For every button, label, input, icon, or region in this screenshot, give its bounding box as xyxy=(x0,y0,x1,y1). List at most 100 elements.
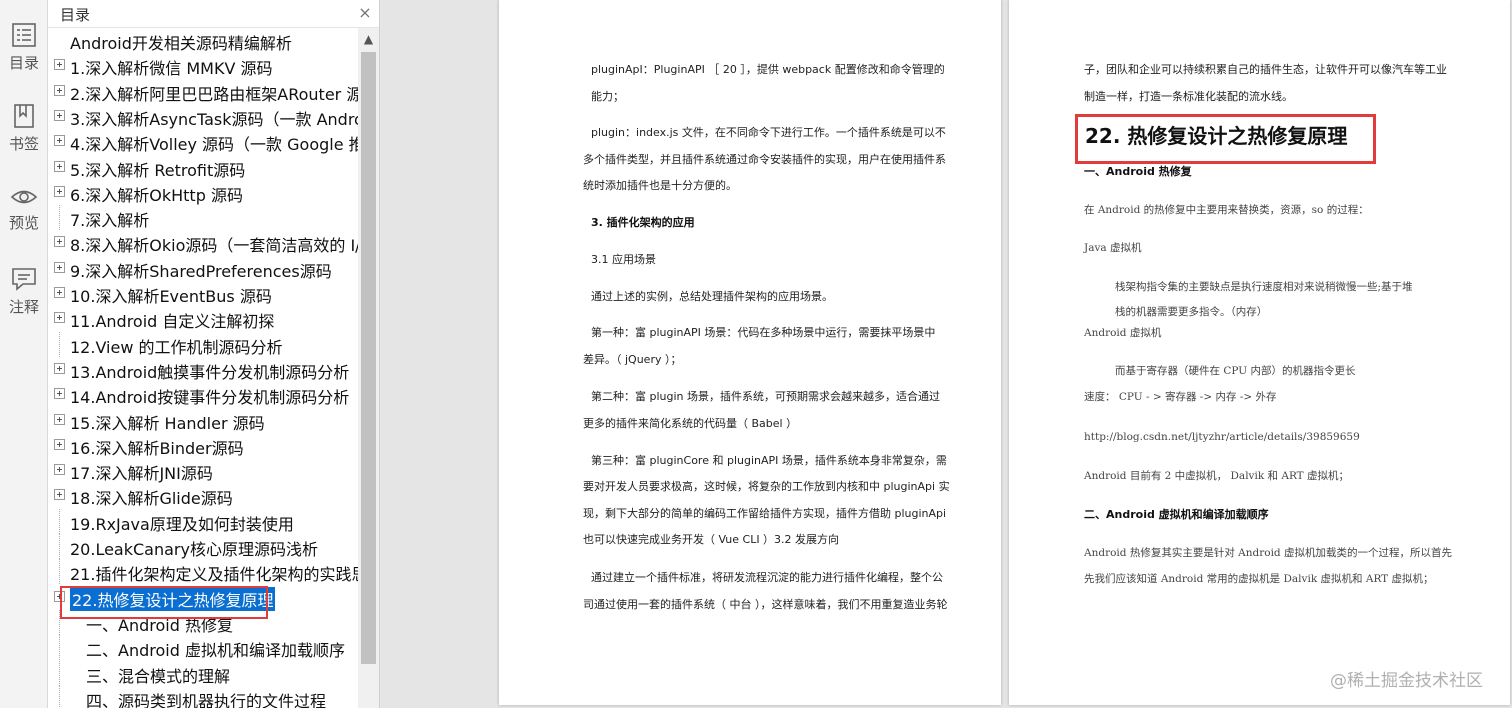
paragraph-line: plugin：index.js 文件，在不同命令下进行工作。一个插件系统是可以不 xyxy=(591,126,946,139)
toc-item[interactable]: 15.深入解析 Handler 源码 xyxy=(48,408,358,433)
tree-line xyxy=(59,534,60,559)
toc-item[interactable]: 9.深入解析SharedPreferences源码 xyxy=(48,256,358,281)
toc-item[interactable]: 四、源码类到机器执行的文件过程 xyxy=(48,685,358,708)
toc-item[interactable]: 11.Android 自定义注解初探 xyxy=(48,306,358,331)
list-icon xyxy=(12,23,36,47)
section-heading: 22. 热修复设计之热修复原理 xyxy=(1085,124,1348,148)
toc-item[interactable]: 10.深入解析EventBus 源码 xyxy=(48,281,358,306)
toc-item[interactable]: 14.Android按键事件分发机制源码分析 xyxy=(48,382,358,407)
toc-item-label: 四、源码类到机器执行的文件过程 xyxy=(86,691,327,708)
paragraph-line: 在 Android 的热修复中主要用来替换类，资源，so 的过程： xyxy=(1084,204,1369,216)
side-rail: 目录 书签 预览 注释 xyxy=(0,0,48,708)
comment-icon xyxy=(12,268,36,291)
toc-item-label: 13.Android触摸事件分发机制源码分析 xyxy=(70,362,350,382)
tree-line xyxy=(59,660,60,686)
toc-item-label: 15.深入解析 Handler 源码 xyxy=(70,413,265,433)
paragraph-line: 而基于寄存器（硬件在 CPU 内部）的机器指令更长 xyxy=(1115,365,1356,377)
toc-item[interactable]: 19.RxJava原理及如何封装使用 xyxy=(48,508,358,534)
close-icon[interactable]: × xyxy=(356,3,374,22)
toc-item[interactable]: 4.深入解析Volley 源码（一款 Google 推出 xyxy=(48,129,358,154)
rail-comment-label: 注释 xyxy=(8,298,39,316)
subheading: 二、Android 虚拟机和编译加载顺序 xyxy=(1084,508,1269,521)
expand-icon[interactable] xyxy=(54,362,65,374)
expand-icon[interactable] xyxy=(54,236,65,248)
paragraph-line: 第一种：富 pluginAPI 场景：代码在多种场景中运行，需要抹平场景中 xyxy=(591,326,936,339)
paragraph-line: Android 热修复其实主要是针对 Android 虚拟机加载类的一个过程，所… xyxy=(1084,547,1452,559)
toc-item[interactable]: Android开发相关源码精编解析 xyxy=(48,28,358,53)
paragraph-line: 司通过使用一套的插件系统（ 中台 ），这样意味着，我们不用重复造业务轮 xyxy=(583,598,948,611)
paragraph-line: 3.1 应用场景 xyxy=(591,253,656,266)
paragraph-line: 现，剩下大部分的简单的编码工作留给插件方实现，插件方借助 pluginApi xyxy=(583,507,947,520)
scroll-up-icon[interactable]: ▲ xyxy=(358,28,379,50)
expand-icon[interactable] xyxy=(54,160,65,172)
toc-item-label: 10.深入解析EventBus 源码 xyxy=(70,287,272,306)
paragraph-line: 也可以快速完成业务开发（ Vue CLI ）3.2 发展方向 xyxy=(583,533,840,546)
toc-item-label: 16.深入解析Binder源码 xyxy=(70,438,244,458)
expand-icon[interactable] xyxy=(54,438,65,450)
expand-icon[interactable] xyxy=(54,464,65,476)
toc-item[interactable]: 8.深入解析Okio源码（一套简洁高效的 I/O xyxy=(48,230,358,255)
expand-icon[interactable] xyxy=(54,59,65,71)
toc-item-label: 5.深入解析 Retrofit源码 xyxy=(70,160,246,180)
paragraph-line: pluginApI：PluginAPI ［ 20 ］，提供 webpack 配置… xyxy=(591,63,945,76)
toc-item[interactable]: 13.Android触摸事件分发机制源码分析 xyxy=(48,357,358,382)
toc-item-label: 19.RxJava原理及如何封装使用 xyxy=(70,514,294,534)
rail-toc-label: 目录 xyxy=(8,54,39,72)
paragraph-line: 更多的插件来简化系统的代码量（ Babel ） xyxy=(583,417,798,430)
paragraph-line: 差异。（ jQuery ）； xyxy=(583,353,682,366)
toc-item[interactable]: 7.深入解析 xyxy=(48,205,358,231)
eye-icon xyxy=(10,190,38,204)
expand-icon[interactable] xyxy=(54,413,65,425)
toc-item[interactable]: 16.深入解析Binder源码 xyxy=(48,433,358,458)
rail-comment-button[interactable]: 注释 xyxy=(0,266,48,332)
hyperlink[interactable]: http://blog.csdn.net/ljtyzhr/article/det… xyxy=(1084,430,1360,445)
toc-item[interactable]: 二、Android 虚拟机和编译加载顺序 xyxy=(48,635,358,661)
toc-item[interactable]: 21.插件化架构定义及插件化架构的实践思路 xyxy=(48,559,358,585)
toc-item-label: 11.Android 自定义注解初探 xyxy=(70,312,275,332)
toc-item[interactable]: 20.LeakCanary核心原理源码浅析 xyxy=(48,534,358,559)
toc-header: 目录 × xyxy=(48,0,379,28)
paragraph-line: 速度： CPU - > 寄存器 -> 内存 -> 外存 xyxy=(1084,391,1277,403)
expand-icon[interactable] xyxy=(54,489,65,501)
toc-item-label: 8.深入解析Okio源码（一套简洁高效的 I/O xyxy=(70,236,358,256)
expand-icon[interactable] xyxy=(54,312,65,324)
expand-icon[interactable] xyxy=(54,135,65,147)
toc-item[interactable]: 3.深入解析AsyncTask源码（一款 Android xyxy=(48,104,358,129)
expand-icon[interactable] xyxy=(54,261,65,273)
selection-highlight-box xyxy=(60,586,268,619)
expand-icon[interactable] xyxy=(54,84,65,96)
expand-icon[interactable] xyxy=(54,109,65,121)
toc-item[interactable]: 17.深入解析JNI源码 xyxy=(48,458,358,483)
toc-item[interactable]: 2.深入解析阿里巴巴路由框架ARouter 源码 xyxy=(48,79,358,104)
rail-bookmark-button[interactable]: 书签 xyxy=(0,103,48,169)
toc-item[interactable]: 三、混合模式的理解 xyxy=(48,660,358,686)
expand-icon[interactable] xyxy=(54,287,65,298)
paragraph-line: 多个插件类型，并且插件系统通过命令安装插件的实现，用户在使用插件系 xyxy=(583,153,946,166)
toc-scrollbar[interactable]: ▲ xyxy=(358,28,379,708)
subheading: 一、Android 热修复 xyxy=(1084,165,1192,178)
expand-icon[interactable] xyxy=(54,388,65,400)
toc-item[interactable]: 18.深入解析Glide源码 xyxy=(48,483,358,508)
paragraph-line: Android 目前有 2 中虚拟机， Dalvik 和 ART 虚拟机； xyxy=(1084,470,1350,482)
toc-item-label: Android开发相关源码精编解析 xyxy=(70,34,292,53)
toc-item[interactable]: 1.深入解析微信 MMKV 源码 xyxy=(48,53,358,78)
tree-line xyxy=(59,635,60,661)
paragraph-line: 能力； xyxy=(591,90,624,103)
toc-item[interactable]: 5.深入解析 Retrofit源码 xyxy=(48,155,358,180)
toc-item-label: 21.插件化架构定义及插件化架构的实践思路 xyxy=(70,565,358,585)
paragraph-line: 子，团队和企业可以持续积累自己的插件生态，让软件开可以像汽车等工业 xyxy=(1084,63,1447,76)
toc-item-label: 18.深入解析Glide源码 xyxy=(70,489,233,509)
rail-toc-button[interactable]: 目录 xyxy=(0,22,48,88)
document-viewer[interactable]: pluginApI：PluginAPI ［ 20 ］，提供 webpack 配置… xyxy=(381,0,1512,708)
bookmark-icon xyxy=(14,104,34,128)
toc-title: 目录 xyxy=(60,6,91,24)
rail-preview-button[interactable]: 预览 xyxy=(0,186,48,252)
toc-panel: 目录 × Android开发相关源码精编解析 1.深入解析微信 MMKV 源码 2.… xyxy=(48,0,380,708)
toc-item-label: 三、混合模式的理解 xyxy=(86,666,231,686)
toc-item-label: 3.深入解析AsyncTask源码（一款 Android xyxy=(70,109,358,129)
expand-icon[interactable] xyxy=(54,185,65,197)
toc-item[interactable]: 12.View 的工作机制源码分析 xyxy=(48,331,358,357)
toc-item-label: 1.深入解析微信 MMKV 源码 xyxy=(70,59,273,79)
scroll-thumb[interactable] xyxy=(361,52,376,664)
toc-item[interactable]: 6.深入解析OkHttp 源码 xyxy=(48,180,358,205)
